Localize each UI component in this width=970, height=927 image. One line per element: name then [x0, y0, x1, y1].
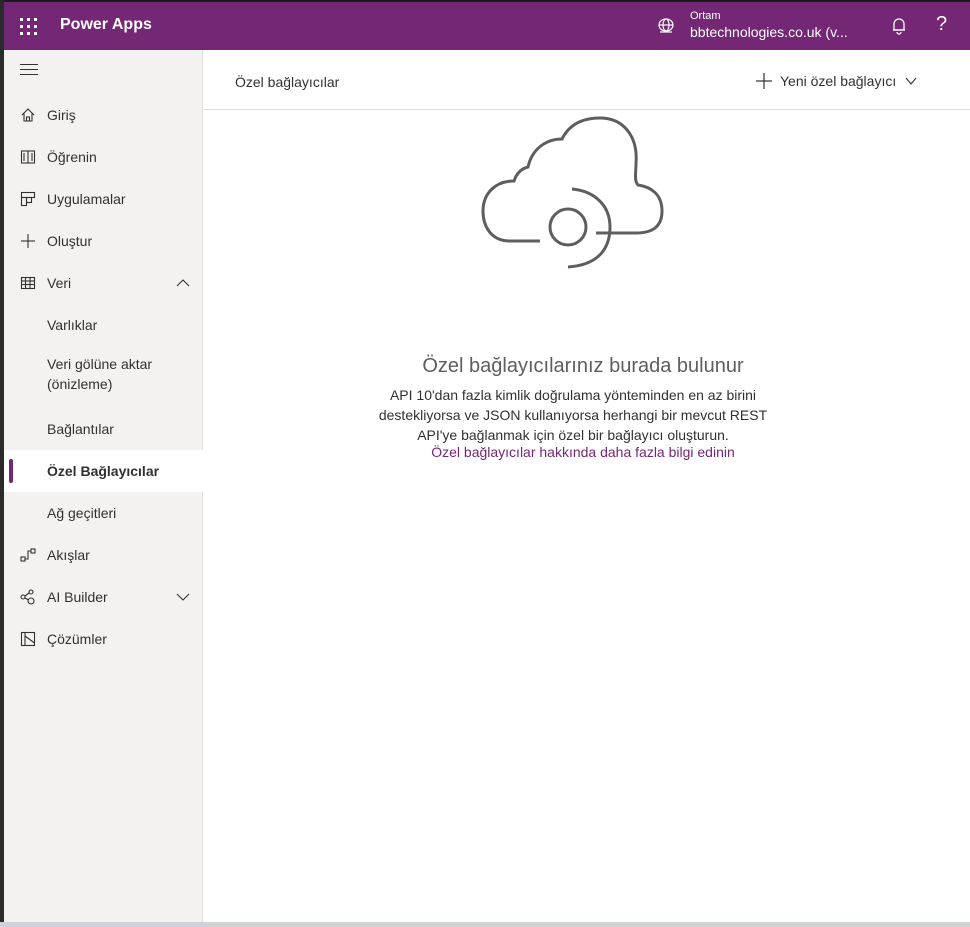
sidebar-item-solutions[interactable]: Çözümler: [4, 618, 203, 660]
page-title: Özel bağlayıcılar: [235, 74, 340, 90]
sidebar-item-label: Uygulamalar: [47, 191, 126, 207]
sidebar-item-label: Giriş: [47, 107, 76, 123]
waffle-icon[interactable]: [12, 10, 44, 42]
ai-builder-icon: [20, 589, 35, 605]
apps-icon: [20, 191, 36, 207]
sidebar-item-custom-connectors[interactable]: Özel Bağlayıcılar: [4, 450, 203, 492]
hamburger-menu-icon[interactable]: [20, 64, 38, 76]
flow-icon: [20, 548, 36, 562]
sidebar-item-create[interactable]: Oluştur: [4, 220, 203, 262]
sidebar-item-connections[interactable]: Bağlantılar: [4, 408, 203, 450]
sidebar-item-label: Ağ geçitleri: [47, 505, 117, 521]
sidebar-item-apps[interactable]: Uygulamalar: [4, 178, 203, 220]
sidebar-item-label: Bağlantılar: [47, 421, 114, 437]
command-bar: Özel bağlayıcılar Yeni özel bağlayıcı: [204, 50, 970, 110]
globe-icon[interactable]: [656, 16, 676, 36]
help-icon[interactable]: ?: [936, 13, 947, 36]
app-window: Power Apps Ortam bbtechnologies.co.uk (v…: [4, 2, 970, 922]
sidebar-item-label: Varlıklar: [47, 317, 98, 333]
environment-name[interactable]: bbtechnologies.co.uk (v...: [690, 24, 848, 40]
new-custom-connector-button[interactable]: Yeni özel bağlayıcı: [756, 70, 917, 92]
empty-state-description: API 10'dan fazla kimlik doğrulama yöntem…: [378, 387, 768, 443]
sidebar-item-label: Akışlar: [47, 547, 90, 563]
sidebar-item-ai-builder[interactable]: AI Builder: [4, 576, 203, 618]
sidebar-item-entities[interactable]: Varlıklar: [4, 304, 203, 346]
sidebar-item-label: Veri: [47, 275, 72, 291]
chevron-up-icon[interactable]: [176, 276, 190, 290]
sidebar-item-label: Oluştur: [47, 233, 93, 249]
plus-icon: [21, 234, 35, 248]
environment-label: Ortam: [690, 10, 721, 22]
active-indicator: [9, 459, 13, 483]
bell-icon[interactable]: [888, 15, 910, 37]
sidebar-item-label: Öğrenin: [47, 149, 97, 165]
new-custom-connector-label: Yeni özel bağlayıcı: [780, 73, 897, 89]
sidebar-item-label: Çözümler: [47, 631, 107, 647]
sidebar-item-label: Veri gölüne aktar (önizleme): [47, 356, 153, 392]
chevron-down-icon[interactable]: [905, 75, 917, 87]
top-bar: Power Apps Ortam bbtechnologies.co.uk (v…: [4, 2, 970, 50]
sidebar-item-gateways[interactable]: Ağ geçitleri: [4, 492, 203, 534]
app-title[interactable]: Power Apps: [60, 16, 152, 34]
sidebar-item-label: AI Builder: [47, 589, 108, 605]
taskbar-strip: [0, 922, 970, 927]
table-icon: [20, 276, 36, 290]
book-icon: [20, 150, 36, 164]
sidebar-item-home[interactable]: Giriş: [4, 94, 203, 136]
home-icon: [21, 108, 35, 122]
sidebar-item-learn[interactable]: Öğrenin: [4, 136, 203, 178]
sidebar-item-label: Özel Bağlayıcılar: [47, 463, 160, 479]
sidebar-item-data[interactable]: Veri: [4, 262, 203, 304]
chevron-down-icon[interactable]: [176, 590, 190, 604]
sidebar-item-flows[interactable]: Akışlar: [4, 534, 203, 576]
plus-icon: [756, 73, 772, 89]
sidebar-item-export-data-lake[interactable]: Veri gölüne aktar (önizleme): [4, 346, 203, 406]
sidebar-nav: Giriş Öğrenin Uygulamalar Oluştur Veri V…: [4, 50, 203, 922]
empty-state-title: Özel bağlayıcılarınız burada bulunur: [422, 355, 744, 377]
learn-more-link[interactable]: Özel bağlayıcılar hakkında daha fazla bi…: [200, 444, 966, 460]
solutions-icon: [20, 631, 36, 647]
cloud-connector-icon: [481, 116, 664, 269]
